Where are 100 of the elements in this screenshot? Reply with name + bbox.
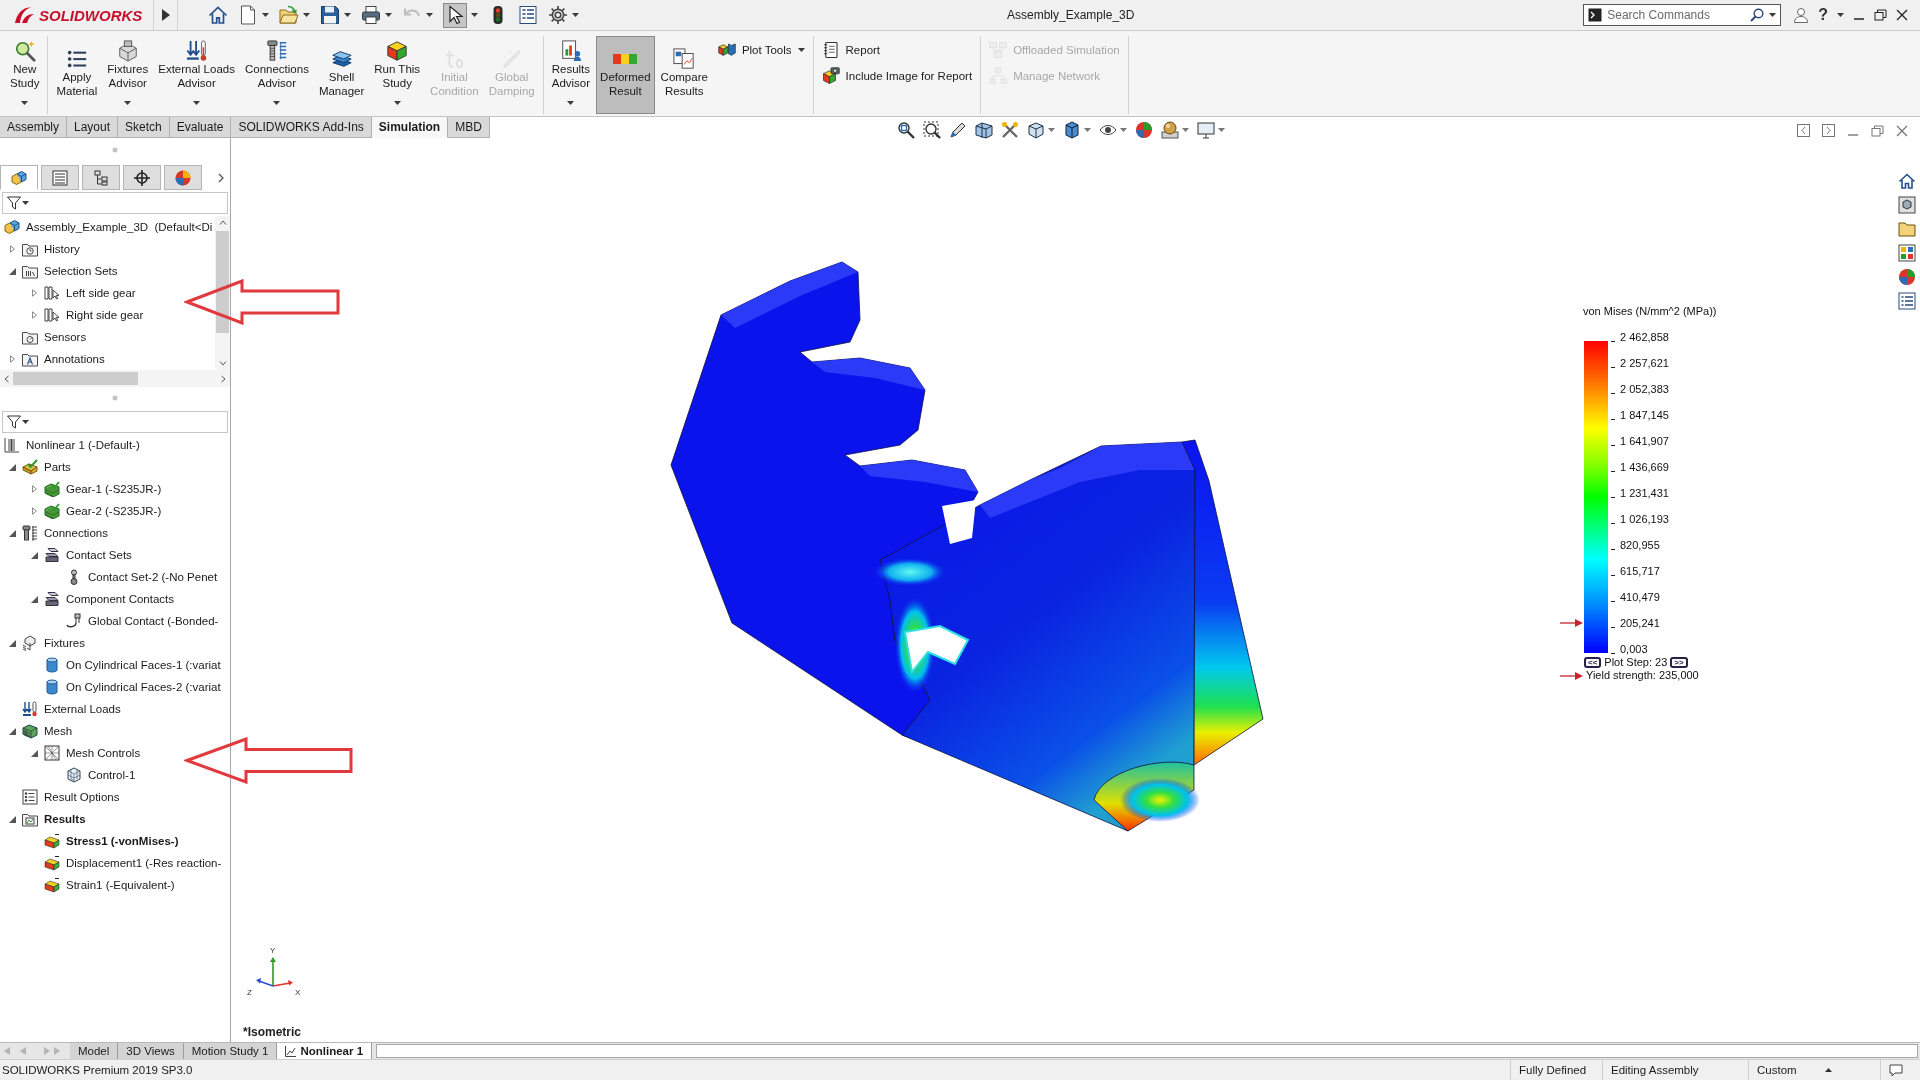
scroll-up-icon[interactable]: [218, 220, 227, 225]
settings-icon[interactable]: [548, 5, 568, 25]
tab[interactable]: Simulation: [371, 117, 449, 138]
collapsed-caret-icon[interactable]: [9, 355, 15, 363]
tree-item[interactable]: Component Contacts: [66, 593, 175, 605]
caret-icon[interactable]: [21, 101, 29, 105]
collapsed-caret-icon[interactable]: [9, 245, 15, 253]
tab[interactable]: SOLIDWORKS Add-Ins: [231, 117, 372, 138]
scroll-down-icon[interactable]: [218, 361, 227, 366]
ribbon-button[interactable]: Report: [817, 39, 977, 61]
folder-icon[interactable]: [1898, 220, 1916, 238]
caret-icon[interactable]: [303, 13, 310, 17]
tree-item[interactable]: Strain1 (-Equivalent-): [66, 879, 175, 891]
previous-step-button[interactable]: <<: [1584, 657, 1602, 668]
tree-item[interactable]: Fixtures: [44, 637, 85, 649]
chat-bubble-icon[interactable]: [1889, 1063, 1903, 1077]
ribbon-button[interactable]: Apply Material: [52, 36, 102, 114]
caret-icon[interactable]: [393, 101, 401, 105]
panel-tab[interactable]: [0, 165, 38, 190]
tree-item[interactable]: Left side gear: [66, 287, 136, 299]
tree-item[interactable]: On Cylindrical Faces-2 (:variat: [66, 681, 221, 693]
home-icon[interactable]: [1898, 172, 1916, 190]
view-palette-icon[interactable]: [1898, 244, 1916, 262]
shaded-box-icon[interactable]: [1063, 121, 1081, 139]
scrollbar-thumb[interactable]: [216, 231, 229, 333]
tree-item[interactable]: Result Options: [44, 791, 120, 803]
magnifier-dashed-icon[interactable]: [923, 121, 941, 139]
expanded-caret-icon[interactable]: [30, 595, 38, 603]
help-button[interactable]: ?: [1818, 6, 1828, 24]
ribbon-button[interactable]: Connections Advisor: [240, 36, 313, 114]
tree-item[interactable]: Global Contact (-Bonded-: [88, 615, 219, 627]
search-field[interactable]: Search Commands: [1583, 4, 1782, 26]
tab[interactable]: 3D Views: [118, 1043, 184, 1059]
tree-item[interactable]: Sensors: [44, 331, 87, 343]
restore-icon[interactable]: [1874, 9, 1887, 21]
sphere-scene-icon[interactable]: [1161, 121, 1179, 139]
caret-icon[interactable]: [797, 48, 805, 52]
chevron-right-icon[interactable]: [218, 172, 224, 183]
expanded-caret-icon[interactable]: [8, 815, 16, 823]
filter-field[interactable]: [2, 410, 228, 433]
caret-icon[interactable]: [385, 13, 392, 17]
monitor-icon[interactable]: [1197, 121, 1215, 139]
caret-icon[interactable]: [1837, 13, 1844, 17]
tab[interactable]: Model: [70, 1043, 119, 1059]
tab[interactable]: Layout: [67, 117, 119, 138]
caret-icon[interactable]: [22, 201, 29, 205]
list-document-icon[interactable]: [518, 5, 538, 25]
expanded-caret-icon[interactable]: [8, 267, 16, 275]
tree-item[interactable]: Mesh: [44, 725, 73, 737]
scroll-right-icon[interactable]: [221, 374, 226, 383]
tree-item[interactable]: Results: [44, 813, 86, 825]
expanded-caret-icon[interactable]: [8, 463, 16, 471]
tree-item[interactable]: Contact Sets: [66, 549, 132, 561]
cube-icon[interactable]: [1027, 121, 1045, 139]
caret-icon[interactable]: [193, 101, 201, 105]
tree-item[interactable]: Gear-1 (-S235JR-): [66, 483, 162, 495]
expanded-caret-icon[interactable]: [8, 529, 16, 537]
panel-left-icon[interactable]: [1797, 124, 1810, 137]
tab[interactable]: Nonlinear 1: [277, 1043, 373, 1059]
expanded-caret-icon[interactable]: [8, 639, 16, 647]
next-step-button[interactable]: >>: [1670, 657, 1688, 668]
colored-sphere-icon[interactable]: [1898, 268, 1916, 286]
tab[interactable]: Evaluate: [169, 117, 232, 138]
caret-icon[interactable]: [567, 101, 575, 105]
tree-item[interactable]: Connections: [44, 527, 108, 539]
ribbon-button[interactable]: Run This Study: [370, 36, 425, 114]
tree-item[interactable]: Gear-2 (-S235JR-): [66, 505, 162, 517]
tab[interactable]: Assembly: [0, 117, 67, 138]
ribbon-button[interactable]: Deformed Result: [596, 36, 655, 114]
caret-icon[interactable]: [124, 101, 132, 105]
expanded-caret-icon[interactable]: [8, 727, 16, 735]
caret-icon[interactable]: [471, 13, 478, 17]
tree-item[interactable]: Parts: [44, 461, 71, 473]
magnifier-frame-icon[interactable]: [897, 121, 915, 139]
panel-tab[interactable]: [82, 165, 120, 190]
tree-item[interactable]: Right side gear: [66, 309, 144, 321]
filter-field[interactable]: [2, 192, 228, 214]
vertical-scrollbar[interactable]: [215, 216, 230, 370]
tree-item[interactable]: History: [44, 243, 80, 255]
expanded-caret-icon[interactable]: [30, 749, 38, 757]
caret-icon[interactable]: [344, 13, 351, 17]
caret-icon[interactable]: [572, 13, 579, 17]
colored-sphere-icon[interactable]: [1135, 121, 1153, 139]
user-icon[interactable]: [1793, 7, 1810, 23]
panel-tab[interactable]: [123, 165, 161, 190]
ribbon-button[interactable]: Plot Tools: [713, 39, 809, 61]
home-icon[interactable]: [208, 5, 228, 25]
scroll-left-icon[interactable]: [4, 374, 9, 383]
collapsed-caret-icon[interactable]: [31, 289, 37, 297]
ribbon-button[interactable]: Include Image for Report: [817, 65, 977, 87]
crossed-tools-icon[interactable]: [1001, 121, 1019, 139]
caret-up-icon[interactable]: [1824, 1068, 1832, 1072]
pencil-icon[interactable]: [949, 121, 967, 139]
tree-item[interactable]: Annotations: [44, 353, 105, 365]
tree-item[interactable]: Mesh Controls: [66, 747, 141, 759]
scrollbar-thumb[interactable]: [13, 372, 138, 385]
tree-item[interactable]: Contact Set-2 (-No Penet: [88, 571, 218, 583]
caret-icon[interactable]: [273, 101, 281, 105]
ribbon-button[interactable]: Fixtures Advisor: [103, 36, 153, 114]
expand-arrow-icon[interactable]: [161, 9, 170, 21]
